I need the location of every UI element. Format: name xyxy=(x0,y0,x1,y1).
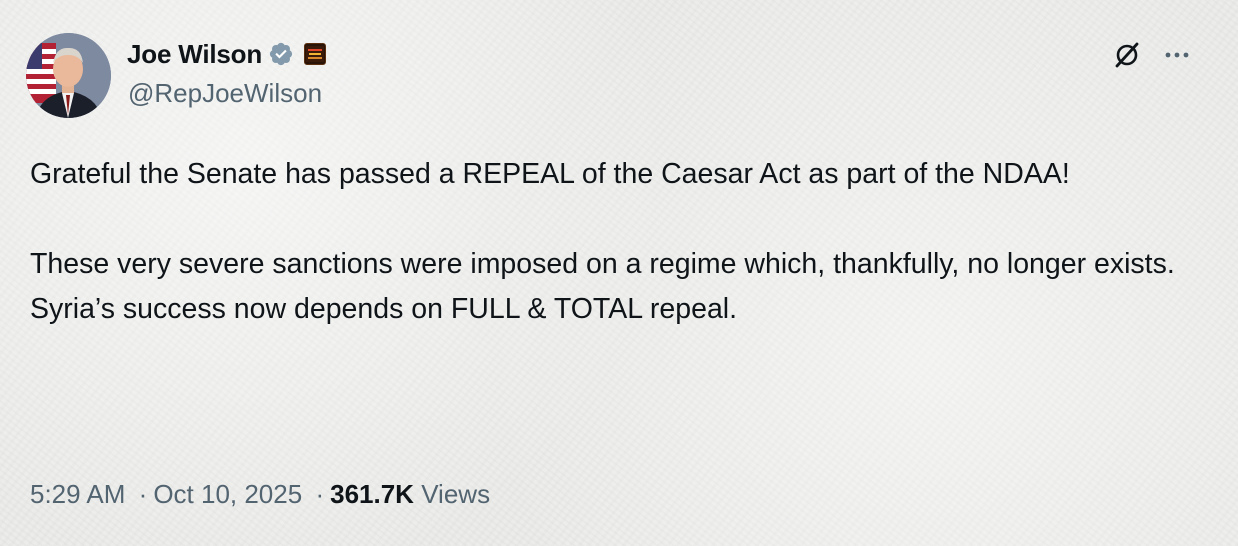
display-name[interactable]: Joe Wilson xyxy=(127,39,262,70)
tweet-date[interactable]: Oct 10, 2025 xyxy=(153,479,302,509)
tweet-paragraph: These very severe sanctions were imposed… xyxy=(30,248,1175,325)
more-icon[interactable] xyxy=(1162,40,1192,70)
avatar-photo xyxy=(26,33,111,118)
views-count[interactable]: 361.7K xyxy=(330,479,414,509)
tweet-card: Joe Wilson @RepJoeWilson Grateful the Se… xyxy=(0,0,1238,546)
author-handle[interactable]: @RepJoeWilson xyxy=(128,78,322,109)
tweet-meta: 5:29 AM · Oct 10, 2025 · 361.7K Views xyxy=(30,479,490,510)
meta-separator: · xyxy=(315,479,325,509)
tweet-text: Grateful the Senate has passed a REPEAL … xyxy=(30,152,1200,332)
grok-icon[interactable] xyxy=(1112,40,1142,70)
avatar[interactable] xyxy=(26,33,111,118)
verified-badge-icon[interactable] xyxy=(268,41,294,67)
views-label: Views xyxy=(421,479,491,509)
author-name-row: Joe Wilson xyxy=(127,38,327,70)
tweet-top-actions xyxy=(1112,40,1192,70)
flag-badge-icon[interactable] xyxy=(304,43,327,65)
tweet-paragraph: Grateful the Senate has passed a REPEAL … xyxy=(30,158,1070,190)
tweet-time[interactable]: 5:29 AM xyxy=(30,479,125,509)
meta-separator: · xyxy=(138,479,148,509)
